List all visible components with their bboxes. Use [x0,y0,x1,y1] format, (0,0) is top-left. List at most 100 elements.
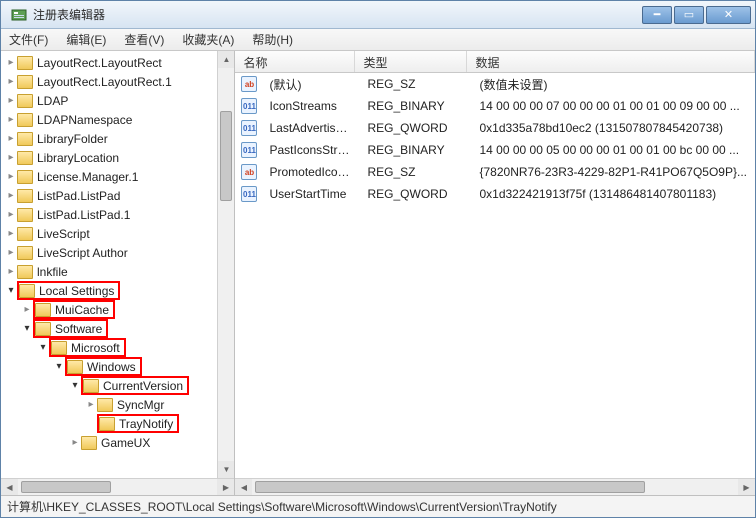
titlebar[interactable]: 注册表编辑器 ━ ▭ ✕ [1,1,755,29]
expand-icon[interactable]: ▸ [5,228,17,239]
menu-edit[interactable]: 编辑(E) [62,29,110,50]
scroll-thumb-h[interactable] [21,481,111,493]
tree-scrollbar-vertical[interactable]: ▲ ▼ [217,51,234,478]
tree-node-label: LDAP [37,94,68,108]
regedit-window: 注册表编辑器 ━ ▭ ✕ 文件(F) 编辑(E) 查看(V) 收藏夹(A) 帮助… [0,0,756,518]
tree-node[interactable]: ▸ListPad.ListPad [1,186,234,205]
folder-icon [51,341,67,355]
close-button[interactable]: ✕ [706,6,751,24]
expand-icon[interactable]: ▸ [69,437,81,448]
collapse-icon[interactable]: ▾ [69,380,81,391]
folder-icon [81,436,97,450]
menu-favorites[interactable]: 收藏夹(A) [178,29,238,50]
list-scrollbar-horizontal[interactable]: ◀ ▶ [235,478,755,495]
tree-node[interactable]: ▸ ListPad.ListPad.1 [1,205,234,224]
tree-node-label: LiveScript Author [37,246,128,260]
scroll-thumb-v[interactable] [220,111,232,201]
expand-icon[interactable]: ▸ [5,133,17,144]
tree-pane: ▸LayoutRect.LayoutRect▸LayoutRect.Layout… [1,51,235,495]
value-name: IconStreams [261,99,359,113]
expand-icon[interactable]: ▸ [5,76,17,87]
value-name: PastIconsStream [261,143,359,157]
value-name: LastAdvertise... [261,121,359,135]
list-view[interactable]: ab(默认)REG_SZ(数值未设置)011IconStreamsREG_BIN… [235,73,755,495]
expand-icon[interactable]: ▸ [5,266,17,277]
value-row[interactable]: 011PastIconsStreamREG_BINARY14 00 00 00 … [235,139,755,161]
expand-icon[interactable]: ▸ [5,114,17,125]
tree-node[interactable]: ▾Windows [1,357,234,376]
tree-scrollbar-horizontal[interactable]: ◀ ▶ [1,478,234,495]
scroll-right-arrow[interactable]: ▶ [217,479,234,495]
tree-node[interactable]: ▸lnkfile [1,262,234,281]
tree-node[interactable]: ▸ LiveScript [1,224,234,243]
expand-icon[interactable]: ▸ [85,399,97,410]
menu-help[interactable]: 帮助(H) [248,29,297,50]
value-type: REG_SZ [359,165,471,179]
scroll-right-arrow[interactable]: ▶ [738,479,755,495]
tree-node[interactable]: ▸LibraryFolder [1,129,234,148]
tree-node[interactable]: ▾ Local Settings [1,281,234,300]
tree-node[interactable]: ▸LibraryLocation [1,148,234,167]
col-header-name[interactable]: 名称 [235,51,355,72]
value-data: (数值未设置) [471,76,755,93]
tree-node[interactable]: ▾ Microsoft [1,338,234,357]
scroll-up-arrow[interactable]: ▲ [218,51,234,68]
expand-icon[interactable]: ▸ [21,304,33,315]
expand-icon[interactable]: ▸ [5,95,17,106]
scroll-thumb-h[interactable] [255,481,645,493]
scroll-left-arrow[interactable]: ◀ [235,479,252,495]
binary-value-icon: 011 [241,120,257,136]
tree-node-label: LiveScript [37,227,90,241]
minimize-button[interactable]: ━ [642,6,672,24]
expand-icon[interactable]: ▸ [5,152,17,163]
expand-icon[interactable]: ▸ [5,190,17,201]
collapse-icon[interactable]: ▾ [21,323,33,334]
tree-node[interactable]: ▸LDAPNamespace [1,110,234,129]
value-type: REG_QWORD [359,121,471,135]
folder-icon [17,227,33,241]
window-controls: ━ ▭ ✕ [642,6,751,24]
value-data: {7820NR76-23R3-4229-82P1-R41PO67Q5O9P}..… [471,165,755,179]
expand-icon[interactable]: ▸ [5,57,17,68]
tree-node[interactable]: ▸MuiCache [1,300,234,319]
tree-node[interactable]: ▸SyncMgr [1,395,234,414]
tree-node-label: ListPad.ListPad.1 [37,208,130,222]
folder-icon [17,94,33,108]
value-row[interactable]: 011IconStreamsREG_BINARY14 00 00 00 07 0… [235,95,755,117]
tree-view[interactable]: ▸LayoutRect.LayoutRect▸LayoutRect.Layout… [1,51,234,495]
collapse-icon[interactable]: ▾ [37,342,49,353]
menu-view[interactable]: 查看(V) [120,29,168,50]
value-row[interactable]: ab(默认)REG_SZ(数值未设置) [235,73,755,95]
value-type: REG_QWORD [359,187,471,201]
collapse-icon[interactable]: ▾ [53,361,65,372]
expand-icon[interactable]: ▸ [5,209,17,220]
collapse-icon[interactable]: ▾ [5,285,17,296]
scroll-down-arrow[interactable]: ▼ [218,461,234,478]
tree-node[interactable]: ▸GameUX [1,433,234,452]
value-row[interactable]: abPromotedIcon...REG_SZ{7820NR76-23R3-42… [235,161,755,183]
tree-node[interactable]: ▾Software [1,319,234,338]
tree-node[interactable]: ▸LayoutRect.LayoutRect.1 [1,72,234,91]
statusbar: 计算机\HKEY_CLASSES_ROOT\Local Settings\Sof… [1,495,755,517]
tree-node[interactable]: ▸License.Manager.1 [1,167,234,186]
tree-node[interactable]: TrayNotify [1,414,234,433]
scroll-left-arrow[interactable]: ◀ [1,479,18,495]
expand-icon[interactable]: ▸ [5,171,17,182]
value-row[interactable]: 011LastAdvertise...REG_QWORD0x1d335a78bd… [235,117,755,139]
tree-node-label: Local Settings [39,284,114,298]
value-row[interactable]: 011UserStartTimeREG_QWORD0x1d322421913f7… [235,183,755,205]
binary-value-icon: 011 [241,142,257,158]
value-type: REG_BINARY [359,143,471,157]
tree-node[interactable]: ▸ LDAP [1,91,234,110]
expand-icon[interactable]: ▸ [5,247,17,258]
col-header-data[interactable]: 数据 [467,51,755,72]
value-name: (默认) [261,76,359,93]
tree-node-label: Microsoft [71,341,120,355]
tree-node[interactable]: ▸ LiveScript Author [1,243,234,262]
col-header-type[interactable]: 类型 [355,51,467,72]
menu-file[interactable]: 文件(F) [5,29,52,50]
tree-node[interactable]: ▾CurrentVersion [1,376,234,395]
tree-node[interactable]: ▸LayoutRect.LayoutRect [1,53,234,72]
folder-icon [17,56,33,70]
maximize-button[interactable]: ▭ [674,6,704,24]
